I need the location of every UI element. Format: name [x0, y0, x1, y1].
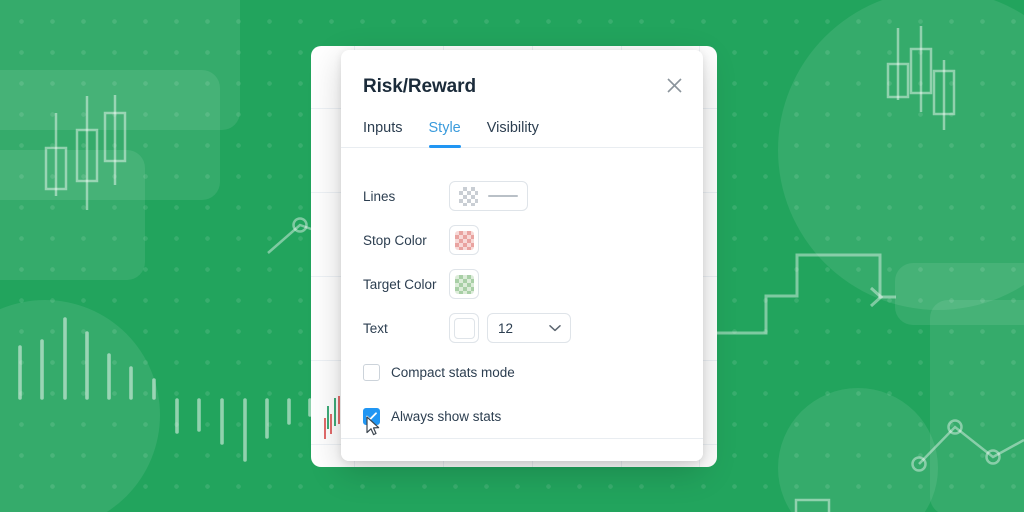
always-show-stats-checkbox[interactable] — [363, 407, 380, 425]
lines-label: Lines — [363, 188, 396, 204]
dialog-tabs: Inputs Style Visibility — [341, 98, 703, 148]
check-icon — [366, 411, 377, 420]
text-color-swatch[interactable] — [449, 313, 479, 343]
compact-stats-mode-label: Compact stats mode — [391, 364, 515, 380]
target-color-label: Target Color — [363, 276, 437, 292]
target-color-controls — [449, 269, 479, 299]
text-color-empty-checker — [453, 317, 475, 339]
checkbox-compact-stats-mode[interactable]: Compact stats mode — [363, 350, 681, 394]
stop-color-checker — [454, 230, 474, 250]
row-stop-color: Stop Color — [363, 218, 681, 262]
screenshot-root: Risk/Reward Inputs Style Visibility Line… — [0, 0, 1024, 512]
stop-color-label: Stop Color — [363, 232, 427, 248]
lines-color-checker — [459, 186, 478, 206]
stop-color-swatch[interactable] — [449, 225, 479, 255]
risk-reward-dialog: Risk/Reward Inputs Style Visibility Line… — [341, 50, 703, 461]
dialog-footer — [341, 439, 703, 461]
checkbox-always-show-stats[interactable]: Always show stats — [363, 394, 681, 438]
text-controls: 12 — [449, 313, 571, 343]
target-color-swatch[interactable] — [449, 269, 479, 299]
compact-stats-mode-checkbox[interactable] — [363, 363, 380, 381]
target-color-checker — [454, 274, 474, 294]
text-label: Text — [363, 320, 388, 336]
close-icon[interactable] — [661, 72, 687, 98]
lines-controls — [449, 181, 528, 211]
tab-style[interactable]: Style — [428, 120, 462, 148]
style-settings-panel: Lines Stop Color Target Color Text 12 Co… — [341, 148, 703, 439]
dialog-header: Risk/Reward — [341, 50, 703, 98]
text-size-value: 12 — [498, 320, 514, 336]
tab-inputs[interactable]: Inputs — [363, 120, 403, 147]
row-text: Text 12 — [363, 306, 681, 350]
text-size-select[interactable]: 12 — [487, 313, 571, 343]
page-title: Risk/Reward — [363, 76, 476, 97]
stop-color-controls — [449, 225, 479, 255]
tab-visibility[interactable]: Visibility — [487, 120, 539, 147]
line-thickness-preview — [488, 195, 518, 197]
chevron-down-icon — [549, 319, 561, 337]
lines-style-picker[interactable] — [449, 181, 528, 211]
row-target-color: Target Color — [363, 262, 681, 306]
row-lines: Lines — [363, 174, 681, 218]
always-show-stats-label: Always show stats — [391, 408, 502, 424]
